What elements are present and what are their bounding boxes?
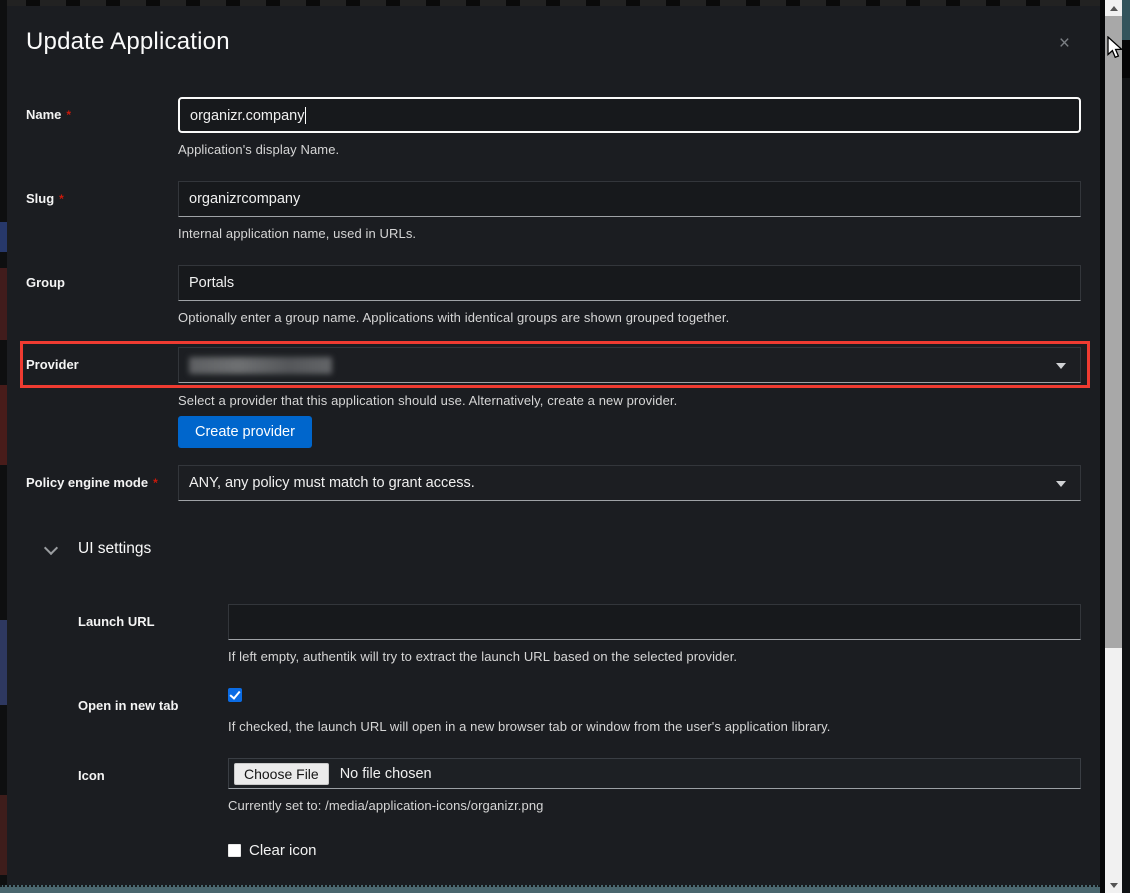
modal-title: Update Application [26, 28, 1081, 56]
required-asterisk: * [153, 476, 158, 490]
close-icon[interactable]: × [1059, 34, 1070, 53]
ui-settings-label: UI settings [78, 540, 151, 558]
policy-engine-mode-label: Policy engine mode* [26, 465, 178, 501]
choose-file-button[interactable]: Choose File [234, 763, 329, 785]
page-behind-bottom-edge [0, 885, 1100, 893]
launch-url-label: Launch URL [26, 604, 228, 664]
required-asterisk: * [59, 192, 64, 206]
provider-row: Provider Select a provider that this app… [26, 347, 1081, 448]
backdrop-fragment [0, 385, 7, 465]
launch-url-help: If left empty, authentik will try to ext… [228, 649, 1081, 664]
file-status-text: No file chosen [340, 766, 432, 782]
update-application-modal: Update Application × Name* organizr.comp… [7, 6, 1100, 885]
arrow-up-icon [1110, 6, 1118, 11]
slug-row: Slug* Internal application name, used in… [26, 181, 1081, 241]
name-label: Name* [26, 97, 178, 157]
slug-input[interactable] [178, 181, 1081, 217]
slug-label: Slug* [26, 181, 178, 241]
create-provider-button[interactable]: Create provider [178, 416, 312, 448]
backdrop-fragment [0, 620, 7, 705]
application-form: Name* organizr.company Application's dis… [26, 97, 1081, 859]
launch-url-input[interactable] [228, 604, 1081, 640]
window-right-edge [1122, 0, 1130, 893]
provider-select[interactable] [178, 347, 1081, 383]
open-in-new-tab-label: Open in new tab [26, 688, 228, 734]
icon-file-input[interactable]: Choose File No file chosen [228, 758, 1081, 789]
text-caret [305, 107, 306, 124]
group-label: Group [26, 265, 178, 325]
policy-engine-mode-select[interactable]: ANY, any policy must match to grant acce… [178, 465, 1081, 501]
provider-label: Provider [26, 347, 178, 448]
section-spacer [26, 558, 1081, 604]
icon-row: Icon Choose File No file chosen Currentl… [26, 758, 1081, 813]
arrow-down-icon [1110, 883, 1118, 888]
chevron-down-icon [1056, 481, 1066, 487]
scrollbar-thumb[interactable] [1105, 16, 1122, 648]
clear-icon-checkbox[interactable] [228, 844, 241, 857]
backdrop-fragment [0, 222, 7, 252]
policy-engine-mode-row: Policy engine mode* ANY, any policy must… [26, 465, 1081, 501]
vertical-scrollbar[interactable] [1105, 0, 1122, 893]
chevron-down-icon [1056, 363, 1066, 369]
icon-label: Icon [26, 758, 228, 813]
required-asterisk: * [66, 108, 71, 122]
ui-settings-section-header[interactable]: UI settings [45, 540, 1081, 558]
launch-url-row: Launch URL If left empty, authentik will… [26, 604, 1081, 664]
open-in-new-tab-help: If checked, the launch URL will open in … [228, 719, 1081, 734]
name-help: Application's display Name. [178, 142, 1081, 157]
clear-icon-label: Clear icon [249, 842, 317, 859]
clear-icon-spacer [26, 842, 228, 859]
scroll-down-button[interactable] [1105, 877, 1122, 893]
clear-icon-row: Clear icon [26, 842, 1081, 859]
chevron-down-icon[interactable] [45, 541, 57, 553]
page-behind-left-edge [0, 0, 7, 893]
scroll-up-button[interactable] [1105, 0, 1122, 16]
redacted-provider-value [189, 357, 332, 374]
slug-help: Internal application name, used in URLs. [178, 226, 1081, 241]
name-input[interactable]: organizr.company [178, 97, 1081, 133]
right-edge-black-notch [1122, 40, 1130, 78]
right-edge-teal-fragment [1122, 0, 1130, 40]
icon-help: Currently set to: /media/application-ico… [228, 798, 1081, 813]
name-row: Name* organizr.company Application's dis… [26, 97, 1081, 157]
open-in-new-tab-row: Open in new tab If checked, the launch U… [26, 688, 1081, 734]
backdrop-fragment [0, 268, 7, 340]
group-input[interactable] [178, 265, 1081, 301]
group-row: Group Optionally enter a group name. App… [26, 265, 1081, 325]
open-in-new-tab-checkbox[interactable] [228, 688, 242, 702]
backdrop-fragment [0, 795, 7, 875]
provider-help: Select a provider that this application … [178, 393, 1081, 408]
group-help: Optionally enter a group name. Applicati… [178, 310, 1081, 325]
